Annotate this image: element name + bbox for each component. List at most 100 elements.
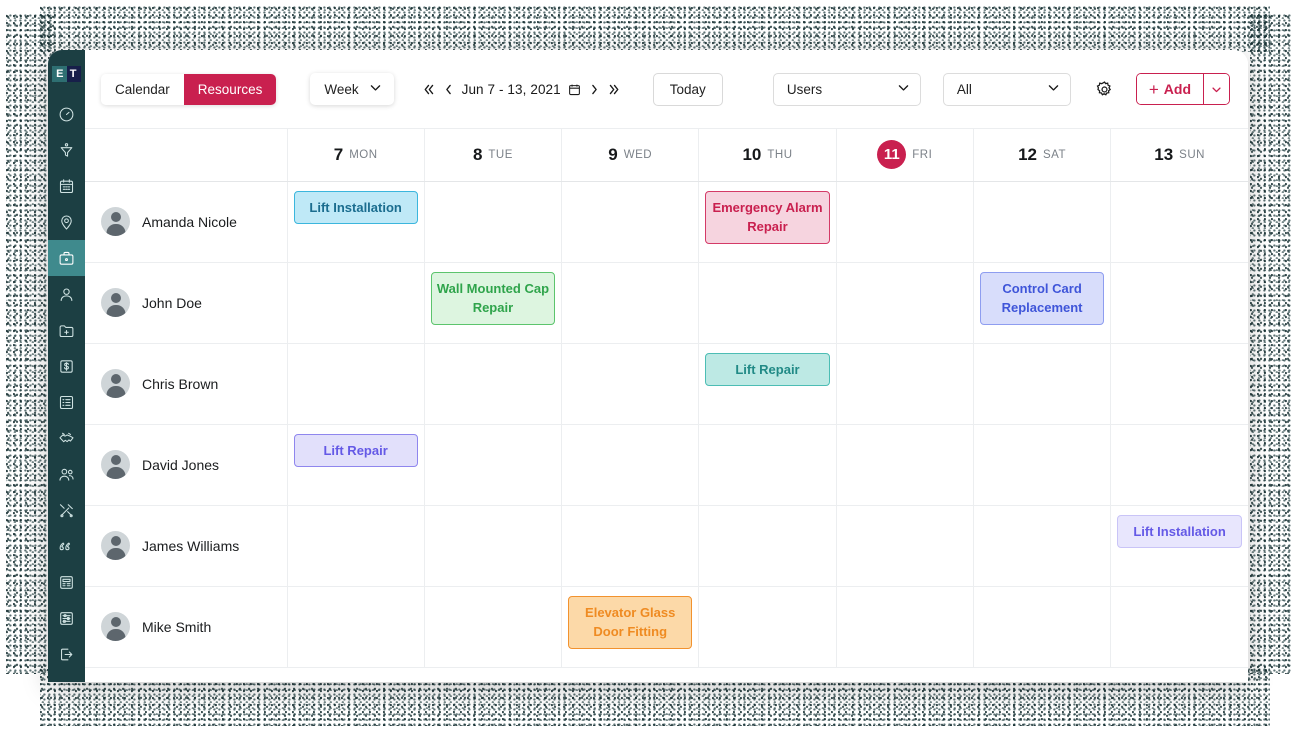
schedule-cell[interactable] bbox=[423, 586, 562, 668]
tab-resources[interactable]: Resources bbox=[183, 73, 277, 105]
resource-cell[interactable]: James Williams bbox=[85, 505, 287, 587]
app-logo[interactable]: E T bbox=[52, 66, 81, 82]
schedule-cell[interactable]: Emergency Alarm Repair bbox=[698, 181, 837, 263]
sidebar-item-teams[interactable] bbox=[48, 456, 85, 492]
sidebar-item-invoices[interactable] bbox=[48, 564, 85, 600]
schedule-cell[interactable] bbox=[561, 181, 699, 263]
event-chip[interactable]: Lift Repair bbox=[293, 433, 418, 467]
sidebar-item-leads[interactable] bbox=[48, 132, 85, 168]
schedule-cell[interactable] bbox=[423, 343, 562, 425]
day-header-tue[interactable]: 8 TUE bbox=[423, 129, 562, 182]
day-number: 11 bbox=[877, 140, 907, 170]
schedule-cell[interactable] bbox=[286, 343, 425, 425]
schedule-cell[interactable] bbox=[698, 586, 837, 668]
add-dropdown-caret[interactable] bbox=[1203, 74, 1229, 104]
users-filter-dropdown[interactable]: Users bbox=[772, 72, 921, 106]
schedule-cell[interactable] bbox=[698, 262, 837, 344]
quote-icon bbox=[58, 538, 75, 555]
schedule-cell[interactable]: Elevator Glass Door Fitting bbox=[561, 586, 699, 668]
schedule-cell[interactable] bbox=[1110, 586, 1248, 668]
schedule-cell[interactable] bbox=[286, 505, 425, 587]
schedule-cell[interactable] bbox=[835, 181, 974, 263]
prev-week-icon[interactable] bbox=[442, 83, 455, 96]
next-year-icon[interactable] bbox=[608, 83, 621, 96]
schedule-cell[interactable] bbox=[835, 343, 974, 425]
event-chip[interactable]: Control Card Replacement bbox=[979, 271, 1105, 325]
schedule-cell[interactable] bbox=[561, 505, 699, 587]
event-chip[interactable]: Lift Repair bbox=[705, 352, 830, 386]
today-button[interactable]: Today bbox=[652, 72, 723, 106]
day-header-sun[interactable]: 13 SUN bbox=[1110, 129, 1248, 182]
sidebar-item-map[interactable] bbox=[48, 204, 85, 240]
sidebar-item-projects[interactable] bbox=[48, 312, 85, 348]
tab-calendar[interactable]: Calendar bbox=[101, 73, 184, 105]
schedule-cell[interactable] bbox=[423, 181, 562, 263]
status-filter-dropdown[interactable]: All bbox=[942, 72, 1071, 106]
schedule-cell[interactable] bbox=[1110, 181, 1248, 263]
sidebar-item-customers[interactable] bbox=[48, 276, 85, 312]
sidebar-item-calendar[interactable] bbox=[48, 168, 85, 204]
event-chip[interactable]: Wall Mounted Cap Repair bbox=[430, 271, 556, 325]
sidebar-item-dashboard[interactable] bbox=[48, 96, 85, 132]
calendar-grid[interactable]: 7 MON 8 TUE 9 WED 10 THU 11 FRI 12 SAT 13 SUN Amanda … bbox=[85, 128, 1248, 682]
event-chip[interactable]: Lift Installation bbox=[293, 190, 418, 224]
schedule-cell[interactable] bbox=[972, 343, 1111, 425]
schedule-cell[interactable] bbox=[972, 586, 1111, 668]
schedule-cell[interactable] bbox=[698, 424, 837, 506]
sidebar-item-settings[interactable] bbox=[48, 600, 85, 636]
day-header-sat[interactable]: 12 SAT bbox=[972, 129, 1111, 182]
day-header-row: 7 MON 8 TUE 9 WED 10 THU 11 FRI 12 SAT 13 SUN bbox=[85, 129, 1248, 182]
schedule-cell[interactable] bbox=[972, 181, 1111, 263]
sidebar-item-logout[interactable] bbox=[48, 636, 85, 672]
sidebar-item-jobs[interactable] bbox=[48, 240, 85, 276]
schedule-cell[interactable] bbox=[835, 505, 974, 587]
resource-cell[interactable]: Chris Brown bbox=[85, 343, 287, 425]
schedule-cell[interactable] bbox=[561, 424, 699, 506]
resource-cell[interactable]: David Jones bbox=[85, 424, 287, 506]
schedule-cell[interactable]: Wall Mounted Cap Repair bbox=[423, 262, 562, 344]
day-header-thu[interactable]: 10 THU bbox=[698, 129, 837, 182]
schedule-cell[interactable] bbox=[835, 586, 974, 668]
schedule-cell[interactable] bbox=[423, 505, 562, 587]
schedule-cell[interactable] bbox=[698, 505, 837, 587]
schedule-cell[interactable] bbox=[972, 424, 1111, 506]
event-chip[interactable]: Elevator Glass Door Fitting bbox=[568, 595, 693, 649]
range-select[interactable]: Week bbox=[310, 73, 394, 105]
day-header-wed[interactable]: 9 WED bbox=[561, 129, 699, 182]
chevron-down-icon bbox=[1047, 81, 1060, 97]
sidebar-item-deals[interactable] bbox=[48, 420, 85, 456]
sidebar-item-tasks[interactable] bbox=[48, 384, 85, 420]
tools-icon bbox=[58, 502, 75, 519]
prev-year-icon[interactable] bbox=[422, 83, 435, 96]
schedule-cell[interactable] bbox=[286, 586, 425, 668]
schedule-cell[interactable] bbox=[1110, 424, 1248, 506]
schedule-cell[interactable]: Lift Repair bbox=[698, 343, 837, 425]
day-header-fri[interactable]: 11 FRI bbox=[835, 129, 974, 182]
schedule-cell[interactable] bbox=[835, 262, 974, 344]
resource-cell[interactable]: Amanda Nicole bbox=[85, 181, 287, 263]
day-header-mon[interactable]: 7 MON bbox=[286, 129, 425, 182]
sidebar-item-service[interactable] bbox=[48, 492, 85, 528]
schedule-cell[interactable]: Lift Repair bbox=[286, 424, 425, 506]
resource-cell[interactable]: John Doe bbox=[85, 262, 287, 344]
sidebar-item-quotes[interactable] bbox=[48, 528, 85, 564]
schedule-cell[interactable] bbox=[561, 262, 699, 344]
schedule-cell[interactable] bbox=[972, 505, 1111, 587]
sidebar-item-billing[interactable] bbox=[48, 348, 85, 384]
schedule-cell[interactable]: Lift Installation bbox=[286, 181, 425, 263]
schedule-cell[interactable] bbox=[835, 424, 974, 506]
schedule-cell[interactable]: Control Card Replacement bbox=[972, 262, 1111, 344]
event-chip[interactable]: Lift Installation bbox=[1117, 514, 1242, 548]
resource-cell[interactable]: Mike Smith bbox=[85, 586, 287, 668]
gear-icon[interactable] bbox=[1095, 80, 1114, 99]
schedule-cell[interactable] bbox=[286, 262, 425, 344]
next-week-icon[interactable] bbox=[588, 83, 601, 96]
calendar-picker-icon[interactable] bbox=[568, 83, 581, 96]
schedule-cell[interactable] bbox=[1110, 343, 1248, 425]
schedule-cell[interactable] bbox=[423, 424, 562, 506]
add-button[interactable]: + Add bbox=[1136, 74, 1203, 104]
event-chip[interactable]: Emergency Alarm Repair bbox=[705, 190, 830, 244]
schedule-cell[interactable]: Lift Installation bbox=[1110, 505, 1248, 587]
schedule-cell[interactable] bbox=[561, 343, 699, 425]
schedule-cell[interactable] bbox=[1110, 262, 1248, 344]
